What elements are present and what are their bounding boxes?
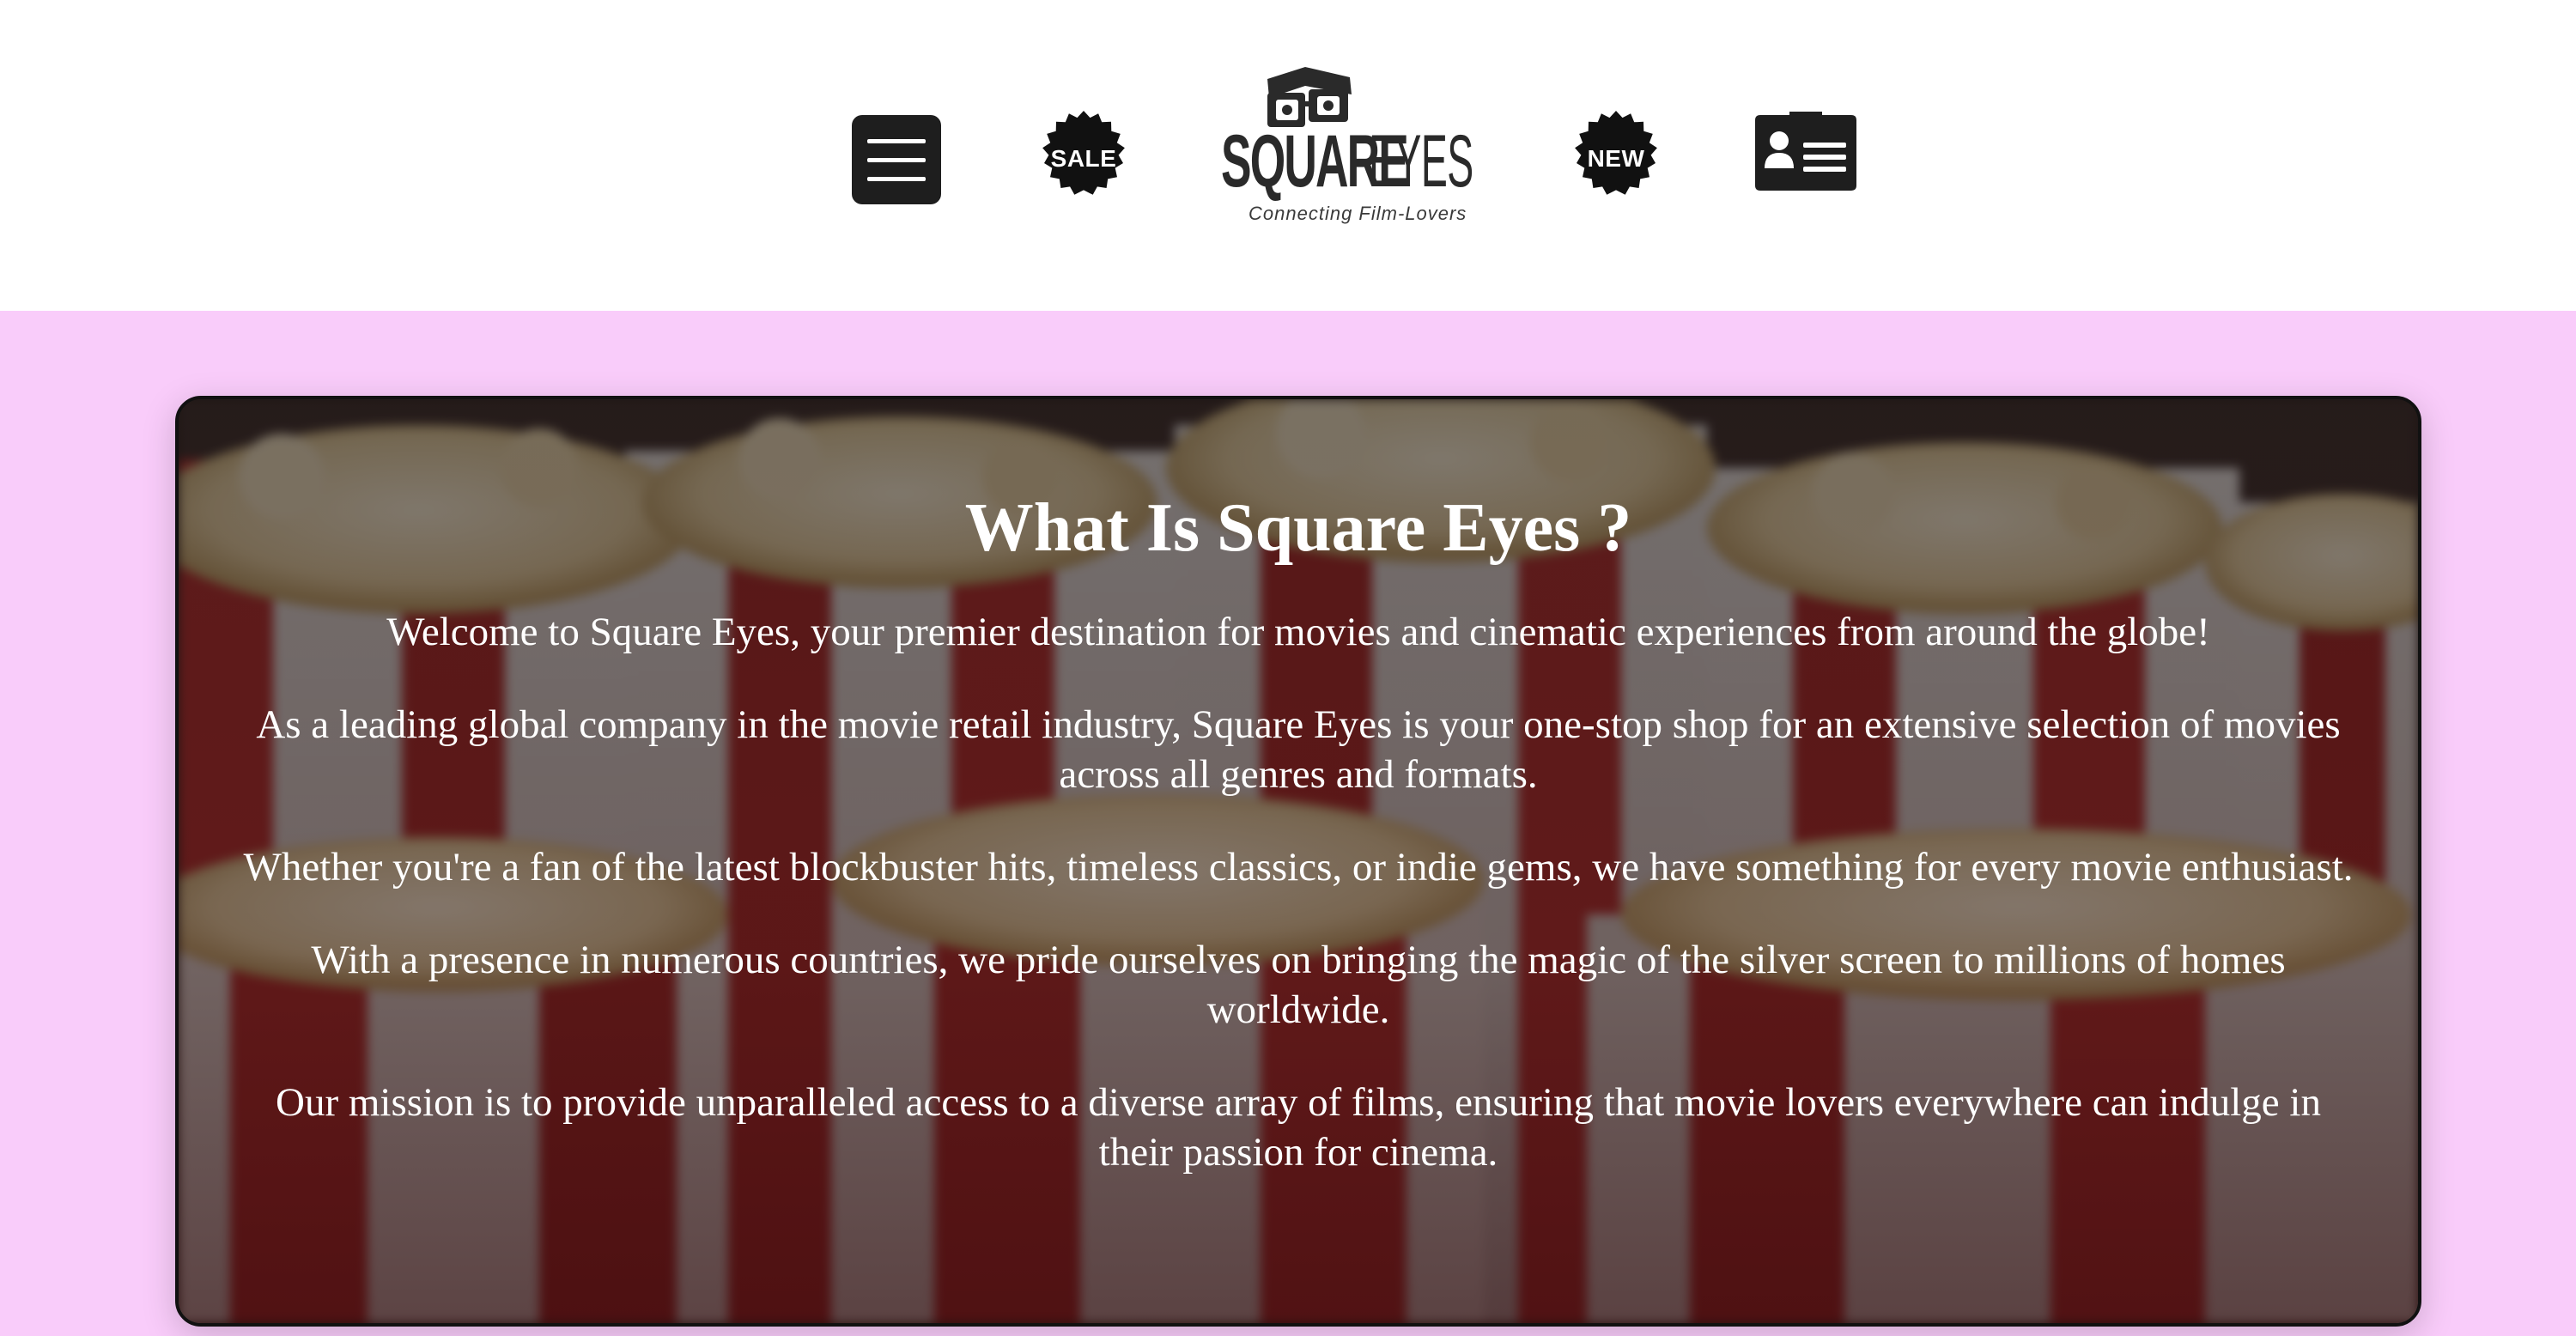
profile-button[interactable]: [1753, 112, 1858, 194]
contact-card-icon: [1755, 112, 1856, 191]
hero-paragraph: As a leading global company in the movie…: [256, 702, 2341, 797]
new-link[interactable]: NEW: [1568, 111, 1664, 207]
hero-paragraph: Whether you're a fan of the latest block…: [243, 845, 2354, 890]
new-badge-label: NEW: [1587, 145, 1645, 172]
logo-tagline: Connecting Film-Lovers: [1249, 203, 1467, 224]
site-logo[interactable]: SQUAREEYES Connecting Film-Lovers: [1211, 60, 1494, 232]
hero-title: What Is Square Eyes ?: [964, 490, 1632, 566]
hamburger-menu-icon: [867, 139, 926, 181]
hero-paragraph: Welcome to Square Eyes, your premier des…: [386, 610, 2210, 654]
logo-word-square: SQUARE: [1221, 120, 1409, 203]
logo-word-eyes: EYES: [1369, 120, 1473, 203]
logo-wordmark: SQUAREEYES: [1221, 118, 1487, 204]
sale-link[interactable]: SALE: [1036, 111, 1132, 207]
hero-content: What Is Square Eyes ? Welcome to Square …: [222, 485, 2375, 1220]
sale-badge-label: SALE: [1050, 145, 1117, 172]
about-hero-card: What Is Square Eyes ? Welcome to Square …: [175, 396, 2421, 1327]
hero-paragraph: Our mission is to provide unparalleled a…: [276, 1080, 2321, 1175]
hero-paragraph: With a presence in numerous countries, w…: [311, 938, 2286, 1032]
menu-button[interactable]: [852, 115, 941, 204]
site-header: SALE SQUAREEYES Connecting Film-Lovers N…: [0, 0, 2576, 311]
